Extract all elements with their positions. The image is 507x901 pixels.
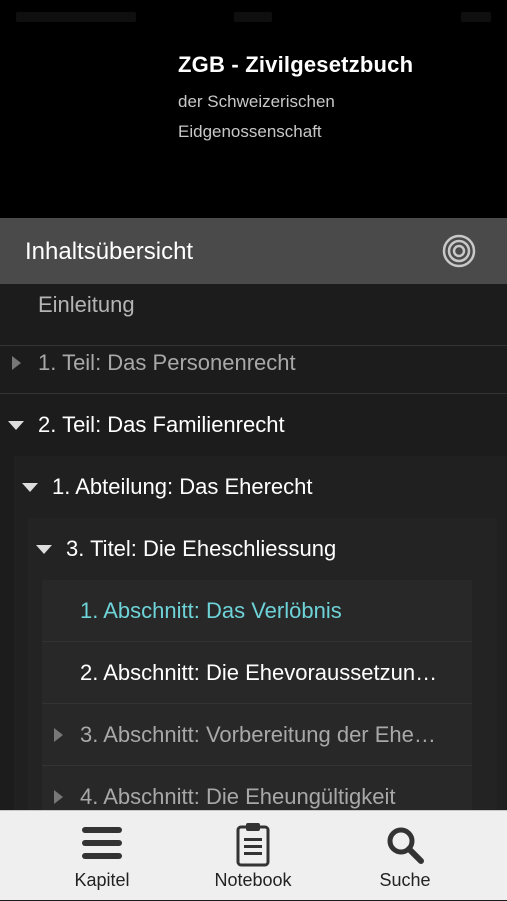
- tab-bar: Kapitel Notebook Suche: [0, 810, 507, 900]
- toc-item-label: 1. Teil: Das Personenrecht: [38, 349, 296, 375]
- toc-item-abschnitt-3[interactable]: 3. Abschnitt: Vorbereitung der Ehe…: [42, 704, 472, 766]
- tab-suche[interactable]: Suche: [345, 811, 465, 901]
- toc-item-label: 2. Abschnitt: Die Ehevoraussetzun…: [80, 659, 438, 685]
- tab-notebook[interactable]: Notebook: [193, 811, 313, 901]
- toc-item-label: 1. Abteilung: Das Eherecht: [52, 474, 313, 499]
- toc-item-titel-3[interactable]: 3. Titel: Die Eheschliessung: [28, 518, 497, 580]
- toc-item-abteilung-1[interactable]: 1. Abteilung: Das Eherecht: [14, 456, 507, 518]
- chevron-right-icon: [54, 727, 63, 742]
- tab-label: Suche: [379, 870, 431, 890]
- toc-list: Einleitung 1. Teil: Das Personenrecht 2.…: [0, 284, 507, 810]
- toc-item-teil-1[interactable]: 1. Teil: Das Personenrecht: [0, 332, 507, 394]
- header: ZGB - Zivilgesetzbuch der Schweizerische…: [0, 0, 507, 218]
- toc-item-teil-2[interactable]: 2. Teil: Das Familienrecht: [0, 394, 507, 456]
- toc-item-label: 3. Abschnitt: Vorbereitung der Ehe…: [80, 721, 436, 747]
- toc-item-label: 1. Abschnitt: Das Verlöbnis: [80, 597, 342, 623]
- tab-label: Kapitel: [74, 870, 130, 890]
- toc-item-abschnitt-2[interactable]: 2. Abschnitt: Die Ehevoraussetzun…: [42, 642, 472, 704]
- toc-item-abschnitt-4[interactable]: 4. Abschnitt: Die Eheungültigkeit: [42, 766, 472, 810]
- tab-label: Notebook: [214, 870, 292, 890]
- toc-item-label: 4. Abschnitt: Die Eheungültigkeit: [80, 784, 396, 809]
- book-title: ZGB - Zivilgesetzbuch: [178, 52, 414, 77]
- status-bar: [16, 8, 491, 28]
- chevron-right-icon: [54, 790, 63, 804]
- toc-item-abschnitt-1[interactable]: 1. Abschnitt: Das Verlöbnis: [42, 580, 472, 642]
- target-icon[interactable]: [441, 233, 477, 269]
- toc-item-label: 2. Teil: Das Familienrecht: [38, 412, 285, 437]
- book-subtitle-line2: Eidgenossenschaft: [178, 122, 322, 141]
- search-icon: [385, 825, 425, 870]
- chevron-down-icon: [36, 545, 52, 554]
- chevron-right-icon: [12, 355, 21, 370]
- menu-icon: [82, 825, 122, 866]
- toc-item-label: Einleitung: [38, 291, 135, 317]
- clipboard-icon: [235, 821, 271, 872]
- toc-item-label: 3. Titel: Die Eheschliessung: [66, 536, 337, 561]
- tab-kapitel[interactable]: Kapitel: [42, 811, 162, 901]
- chevron-down-icon: [8, 421, 24, 430]
- chevron-down-icon: [22, 483, 38, 492]
- toc-title: Inhaltsübersicht: [25, 238, 194, 265]
- book-subtitle-line1: der Schweizerischen: [178, 92, 335, 111]
- toc-header: Inhaltsübersicht: [0, 218, 507, 284]
